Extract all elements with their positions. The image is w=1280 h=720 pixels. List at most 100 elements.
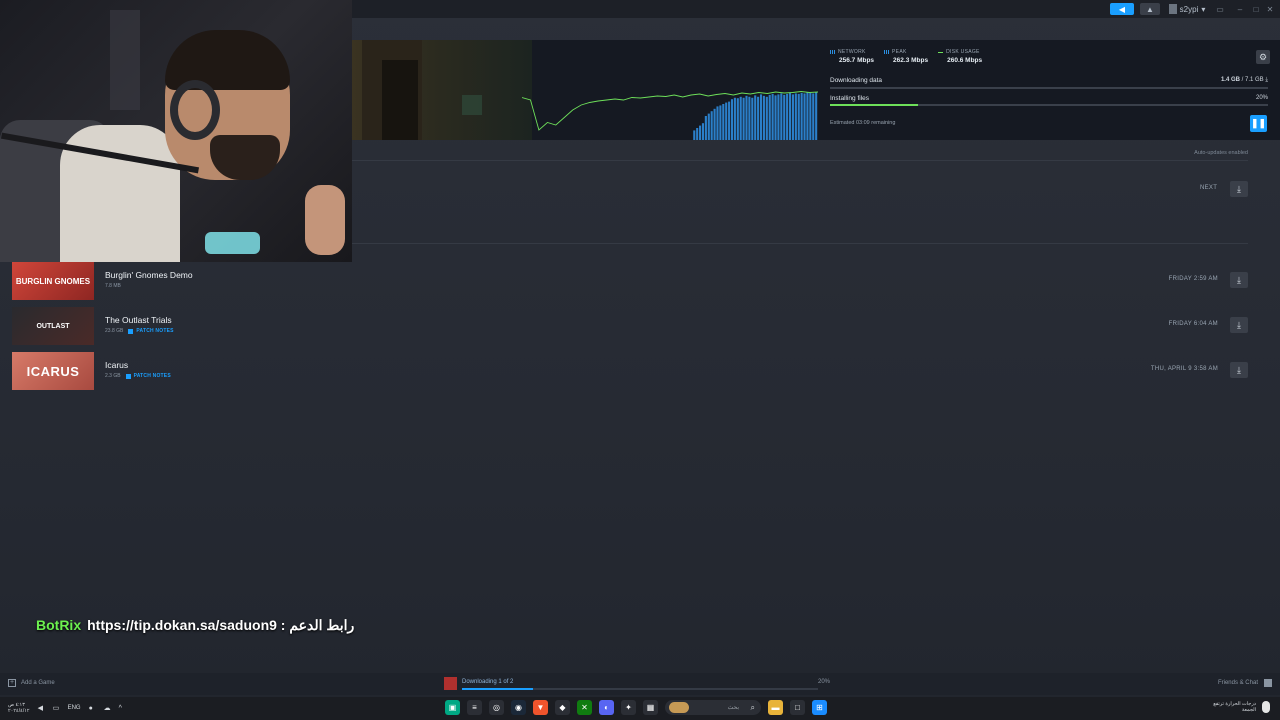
clock[interactable]: ٤:١٣ ص ٢٠٢٤/٤/١٢ bbox=[8, 702, 30, 714]
game-thumbnail[interactable]: BURGLIN GNOMES bbox=[12, 262, 94, 300]
list-item[interactable]: BURGLIN GNOMES Burglin' Gnomes Demo 7.8 … bbox=[12, 262, 1248, 300]
stat-disk-usage: DISK USAGE 260.6 Mbps bbox=[938, 49, 982, 64]
network-bar bbox=[710, 111, 713, 140]
section-divider bbox=[352, 160, 1248, 161]
friends-chat-button[interactable]: Friends & Chat bbox=[1218, 679, 1272, 687]
chat-app-icon[interactable]: ▣ bbox=[445, 700, 460, 715]
download-pct: 20% bbox=[817, 679, 830, 685]
game-name[interactable]: Icarus bbox=[105, 360, 128, 370]
active-download-panel: NETWORK 256.7 Mbps PEAK 262.3 Mbps DISK … bbox=[352, 40, 1280, 140]
windows-start-icon[interactable]: ⊞ bbox=[812, 700, 827, 715]
network-bar bbox=[701, 123, 705, 140]
installing-row: Installing files 20% bbox=[830, 95, 1268, 102]
network-bar bbox=[748, 96, 751, 140]
network-bar bbox=[765, 96, 768, 140]
epic-icon[interactable]: ◆ bbox=[555, 700, 570, 715]
discord-icon[interactable]: ◐ bbox=[599, 700, 614, 715]
chevron-down-icon: ▾ bbox=[1201, 4, 1206, 14]
folder-icon[interactable]: ▬ bbox=[768, 700, 783, 715]
monitor-icon[interactable]: ▭ bbox=[1214, 3, 1226, 15]
network-bar bbox=[733, 97, 736, 140]
maximize-icon[interactable]: □ bbox=[1250, 3, 1262, 15]
pause-button[interactable]: ❚❚ bbox=[1250, 115, 1267, 132]
game-size: 2.3 GB PATCH NOTES bbox=[105, 373, 171, 379]
steelseries-icon[interactable]: ✦ bbox=[621, 700, 636, 715]
chevron-up-icon[interactable]: ^ bbox=[119, 705, 126, 712]
brave-icon[interactable]: ▼ bbox=[533, 700, 548, 715]
weather-widget[interactable]: درجات الحرارة ترتفع الجمعة bbox=[1213, 701, 1270, 713]
calendar-icon[interactable]: ▦ bbox=[643, 700, 658, 715]
network-bar bbox=[797, 93, 800, 140]
search-input[interactable]: بحث ⌕ bbox=[665, 700, 761, 715]
next-section-label: NEXT bbox=[1200, 185, 1218, 191]
terminal-icon[interactable]: ≡ bbox=[467, 700, 482, 715]
volume-icon[interactable]: ◀ bbox=[38, 705, 45, 712]
network-bar bbox=[809, 92, 812, 140]
network-bar bbox=[728, 101, 731, 140]
download-stats: NETWORK 256.7 Mbps PEAK 262.3 Mbps DISK … bbox=[830, 49, 982, 64]
network-bar bbox=[783, 94, 786, 140]
downloaded-amount: 1.4 GB / 7.1 GB ⤓ bbox=[1220, 77, 1268, 83]
installing-pct: 20% bbox=[1255, 95, 1268, 101]
webcam-overlay bbox=[0, 0, 352, 262]
game-name[interactable]: The Outlast Trials bbox=[105, 315, 172, 325]
network-bar bbox=[736, 98, 739, 140]
peak-legend-icon bbox=[884, 50, 890, 54]
download-button[interactable]: ⤓ bbox=[1230, 362, 1248, 378]
network-bar bbox=[771, 93, 774, 140]
network-legend-icon bbox=[830, 50, 835, 54]
download-icon: ⤓ bbox=[1265, 77, 1268, 83]
network-bar bbox=[739, 96, 742, 140]
gear-icon[interactable]: ⚙ bbox=[1256, 50, 1270, 64]
search-placeholder: بحث bbox=[727, 705, 739, 711]
close-icon[interactable]: ✕ bbox=[1264, 3, 1276, 15]
add-game-button[interactable]: + Add a Game bbox=[8, 679, 55, 687]
announcement-icon[interactable]: ◀ bbox=[1110, 3, 1134, 15]
estimated-remaining: Estimated 03:09 remaining bbox=[830, 120, 896, 126]
network-bar bbox=[704, 116, 707, 140]
list-item[interactable]: ICARUS Icarus 2.3 GB PATCH NOTES THU, AP… bbox=[12, 352, 1248, 390]
patch-notes-link[interactable]: PATCH NOTES bbox=[125, 373, 171, 379]
xbox-icon[interactable]: ✕ bbox=[577, 700, 592, 715]
system-tray: ٤:١٣ ص ٢٠٢٤/٤/١٢ ◀ ▭ ENG ● ☁ ^ bbox=[8, 702, 126, 714]
network-bar bbox=[774, 95, 777, 140]
window-icon[interactable]: □ bbox=[790, 700, 805, 715]
list-item[interactable]: OUTLAST The Outlast Trials 23.8 GB PATCH… bbox=[12, 307, 1248, 345]
network-bar bbox=[754, 95, 757, 140]
search-highlight-icon bbox=[669, 702, 689, 713]
game-thumbnail[interactable]: OUTLAST bbox=[12, 307, 94, 345]
game-thumbnail[interactable]: ICARUS bbox=[12, 352, 94, 390]
download-button[interactable]: ⤓ bbox=[1230, 181, 1248, 197]
network-bar bbox=[693, 130, 696, 140]
network-bar bbox=[719, 105, 722, 140]
stat-network: NETWORK 256.7 Mbps bbox=[830, 49, 874, 64]
bell-icon[interactable]: ▲ bbox=[1140, 3, 1160, 15]
username: s2ypi bbox=[1179, 4, 1199, 14]
cloud-icon[interactable]: ☁ bbox=[104, 705, 111, 712]
network-bar bbox=[762, 95, 765, 140]
plus-icon: + bbox=[8, 679, 16, 687]
game-size: 23.8 GB PATCH NOTES bbox=[105, 328, 174, 334]
download-button[interactable]: ⤓ bbox=[1230, 317, 1248, 333]
patch-notes-link[interactable]: PATCH NOTES bbox=[128, 328, 173, 334]
auto-updates-label[interactable]: Auto-updates enabled bbox=[1194, 150, 1248, 156]
game-name[interactable]: Burglin' Gnomes Demo bbox=[105, 270, 193, 280]
steam-bottom-bar: + Add a Game Downloading 1 of 2 20% Frie… bbox=[0, 673, 1280, 695]
update-date: FRIDAY 6:04 AM bbox=[1168, 321, 1218, 327]
minimize-icon[interactable]: – bbox=[1234, 3, 1246, 15]
friends-icon bbox=[1264, 679, 1272, 687]
steam-icon[interactable]: ◉ bbox=[511, 700, 526, 715]
chrome-icon[interactable]: ◎ bbox=[489, 700, 504, 715]
downloading-label: Downloading data bbox=[830, 77, 883, 84]
download-status[interactable]: Downloading 1 of 2 20% bbox=[444, 677, 830, 691]
network-bar bbox=[745, 95, 748, 140]
user-menu[interactable]: s2ypi ▾ bbox=[1166, 3, 1208, 15]
network-bar bbox=[757, 96, 760, 140]
microphone-icon[interactable]: ● bbox=[89, 705, 96, 712]
display-icon[interactable]: ▭ bbox=[53, 705, 60, 712]
language-indicator[interactable]: ENG bbox=[68, 705, 81, 711]
thermometer-icon bbox=[1262, 701, 1270, 713]
windows-taskbar: ٤:١٣ ص ٢٠٢٤/٤/١٢ ◀ ▭ ENG ● ☁ ^ ▣ ≡ ◎ ◉ ▼ ◆ ✕ ◐ ✦… bbox=[0, 697, 1280, 720]
download-button[interactable]: ⤓ bbox=[1230, 272, 1248, 288]
network-bar bbox=[786, 93, 789, 140]
